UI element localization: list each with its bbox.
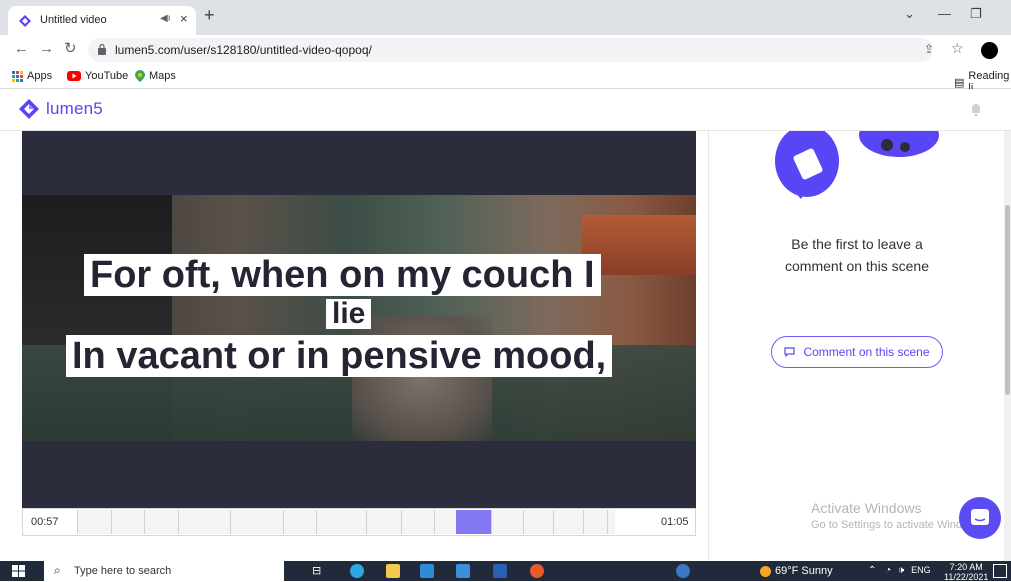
comments-panel: Be the first to leave a comment on this … [708,131,1004,561]
timeline-scene-segment[interactable] [583,510,607,534]
timeline-scene-segment[interactable] [491,510,523,534]
scene-timeline[interactable]: 00:57 01:05 [22,508,696,536]
video-editor-stage: For oft, when on my couch I lie In vacan… [0,131,708,561]
comment-illustration-icon [775,131,939,199]
watermark-line-1: Activate Windows [811,500,922,516]
search-placeholder: Type here to search [74,565,172,577]
logo-text: lumen5 [46,99,103,118]
back-arrow-icon[interactable]: ← [14,41,29,57]
timeline-scene-segment[interactable] [366,510,401,534]
windows-start-icon[interactable] [12,565,25,577]
app-header: lumen5 [0,89,1011,131]
youtube-icon [67,71,81,81]
timeline-scene-segment[interactable] [553,510,583,534]
file-explorer-icon[interactable] [386,564,400,578]
bookmark-star-icon[interactable]: ☆ [951,40,964,57]
url-text: lumen5.com/user/s128180/untitled-video-q… [115,43,372,57]
chrome-icon[interactable] [530,564,544,578]
bookmark-label: Maps [149,70,176,82]
lumen5-logo[interactable]: lumen5 [18,98,103,120]
bookmarks-bar: Apps YouTube Maps ▤ Reading li [0,65,1011,94]
taskbar-search-input[interactable]: ⌕ Type here to search [44,561,284,581]
sun-icon [760,565,771,577]
reload-icon[interactable]: ↻ [64,41,77,57]
timeline-scene-segment[interactable] [523,510,553,534]
task-view-icon[interactable]: ⊟ [312,564,326,578]
caption-line-3[interactable]: In vacant or in pensive mood, [66,335,613,377]
watermark-line-2: Go to Settings to activate Wind [811,519,963,531]
system-clock[interactable]: 7:20 AM 11/22/2021 [944,562,988,582]
notification-bell-icon[interactable] [968,101,984,117]
timeline-scene-segment[interactable] [283,510,316,534]
empty-message-line-1: Be the first to leave a [791,236,923,252]
restore-icon[interactable]: ❐ [970,6,982,22]
tab-title: Untitled video [40,14,107,26]
store-icon[interactable] [420,564,434,578]
timeline-scene-segment[interactable] [111,510,144,534]
timeline-scene-segment[interactable] [607,510,615,534]
minimize-icon[interactable]: — [938,6,951,21]
lock-icon [98,44,106,55]
windows-activation-watermark: Activate Windows Go to Settings to activ… [811,500,962,531]
tab-search-chevron-icon[interactable]: ⌄ [904,6,915,22]
timeline-scene-segment[interactable] [316,510,366,534]
lumen5-favicon-icon [19,15,31,27]
search-icon: ⌕ [54,563,61,577]
weather-text: 69°F Sunny [775,565,833,577]
mail-icon[interactable] [456,564,470,578]
bookmark-youtube[interactable]: YouTube [67,70,128,82]
speaker-icon[interactable]: ◀ı [160,13,170,24]
notification-center-icon[interactable] [993,564,1007,578]
caption-line-1[interactable]: For oft, when on my couch I [84,254,601,296]
comment-icon [784,347,796,357]
new-tab-button[interactable]: + [204,5,215,25]
chat-launcher-button[interactable] [959,497,1001,539]
profile-avatar[interactable] [981,42,998,59]
scrollbar-thumb[interactable] [1005,205,1010,395]
empty-message-line-2: comment on this scene [785,258,929,274]
caption-line-2[interactable]: lie [326,299,372,329]
tray-chevron-icon[interactable]: ⌃ [868,565,876,576]
reading-list-icon: ▤ [954,76,965,89]
chat-icon [971,509,989,525]
timeline-scene-segment[interactable] [144,510,178,534]
forward-arrow-icon[interactable]: → [39,41,54,57]
windows-taskbar: ⌕ Type here to search ⊟ 69°F Sunny ⌃ ◔ 🕩… [0,561,1011,582]
timeline-scene-segment[interactable] [401,510,434,534]
help-icon[interactable] [676,564,690,578]
comment-on-scene-button[interactable]: Comment on this scene [771,336,943,368]
timeline-scene-segment[interactable] [230,510,283,534]
bookmark-label: Apps [27,70,53,82]
edge-browser-icon[interactable] [350,564,364,578]
bookmark-maps[interactable]: Maps [135,70,176,82]
browser-tab-strip: Untitled video ◀ı × + ⌄ — ❐ [0,0,1011,35]
scene-canvas[interactable]: For oft, when on my couch I lie In vacan… [22,131,696,508]
url-input[interactable]: lumen5.com/user/s128180/untitled-video-q… [88,38,934,62]
empty-comments-message: Be the first to leave a comment on this … [709,233,1005,277]
maps-pin-icon [135,70,145,82]
timeline-end-time: 01:05 [661,516,689,528]
volume-icon[interactable]: 🕩 [898,565,904,576]
browser-tab[interactable]: Untitled video ◀ı × [8,6,196,35]
address-bar-row: ← → ↻ lumen5.com/user/s128180/untitled-v… [0,35,1011,65]
timeline-scene-segment[interactable] [77,510,111,534]
timeline-scene-segment[interactable] [434,510,456,534]
word-icon[interactable] [493,564,507,578]
timeline-active-segment[interactable] [456,510,491,534]
timeline-start-time: 00:57 [31,516,59,528]
comment-button-label: Comment on this scene [803,345,930,359]
system-tray[interactable]: ⌃ ◔ 🕩 ENG [868,565,931,576]
share-icon[interactable]: ⇪ [924,42,934,56]
timeline-scene-segment[interactable] [178,510,230,534]
language-indicator[interactable]: ENG [911,565,931,575]
weather-widget[interactable]: 69°F Sunny [760,565,833,577]
clock-time: 7:20 AM [949,562,983,572]
bookmark-label: YouTube [85,70,129,82]
lumen5-logo-icon [19,99,39,119]
network-icon[interactable]: ◔ [885,565,891,576]
bookmark-apps[interactable]: Apps [12,70,52,82]
tab-close-icon[interactable]: × [180,11,188,26]
apps-grid-icon [12,70,23,82]
